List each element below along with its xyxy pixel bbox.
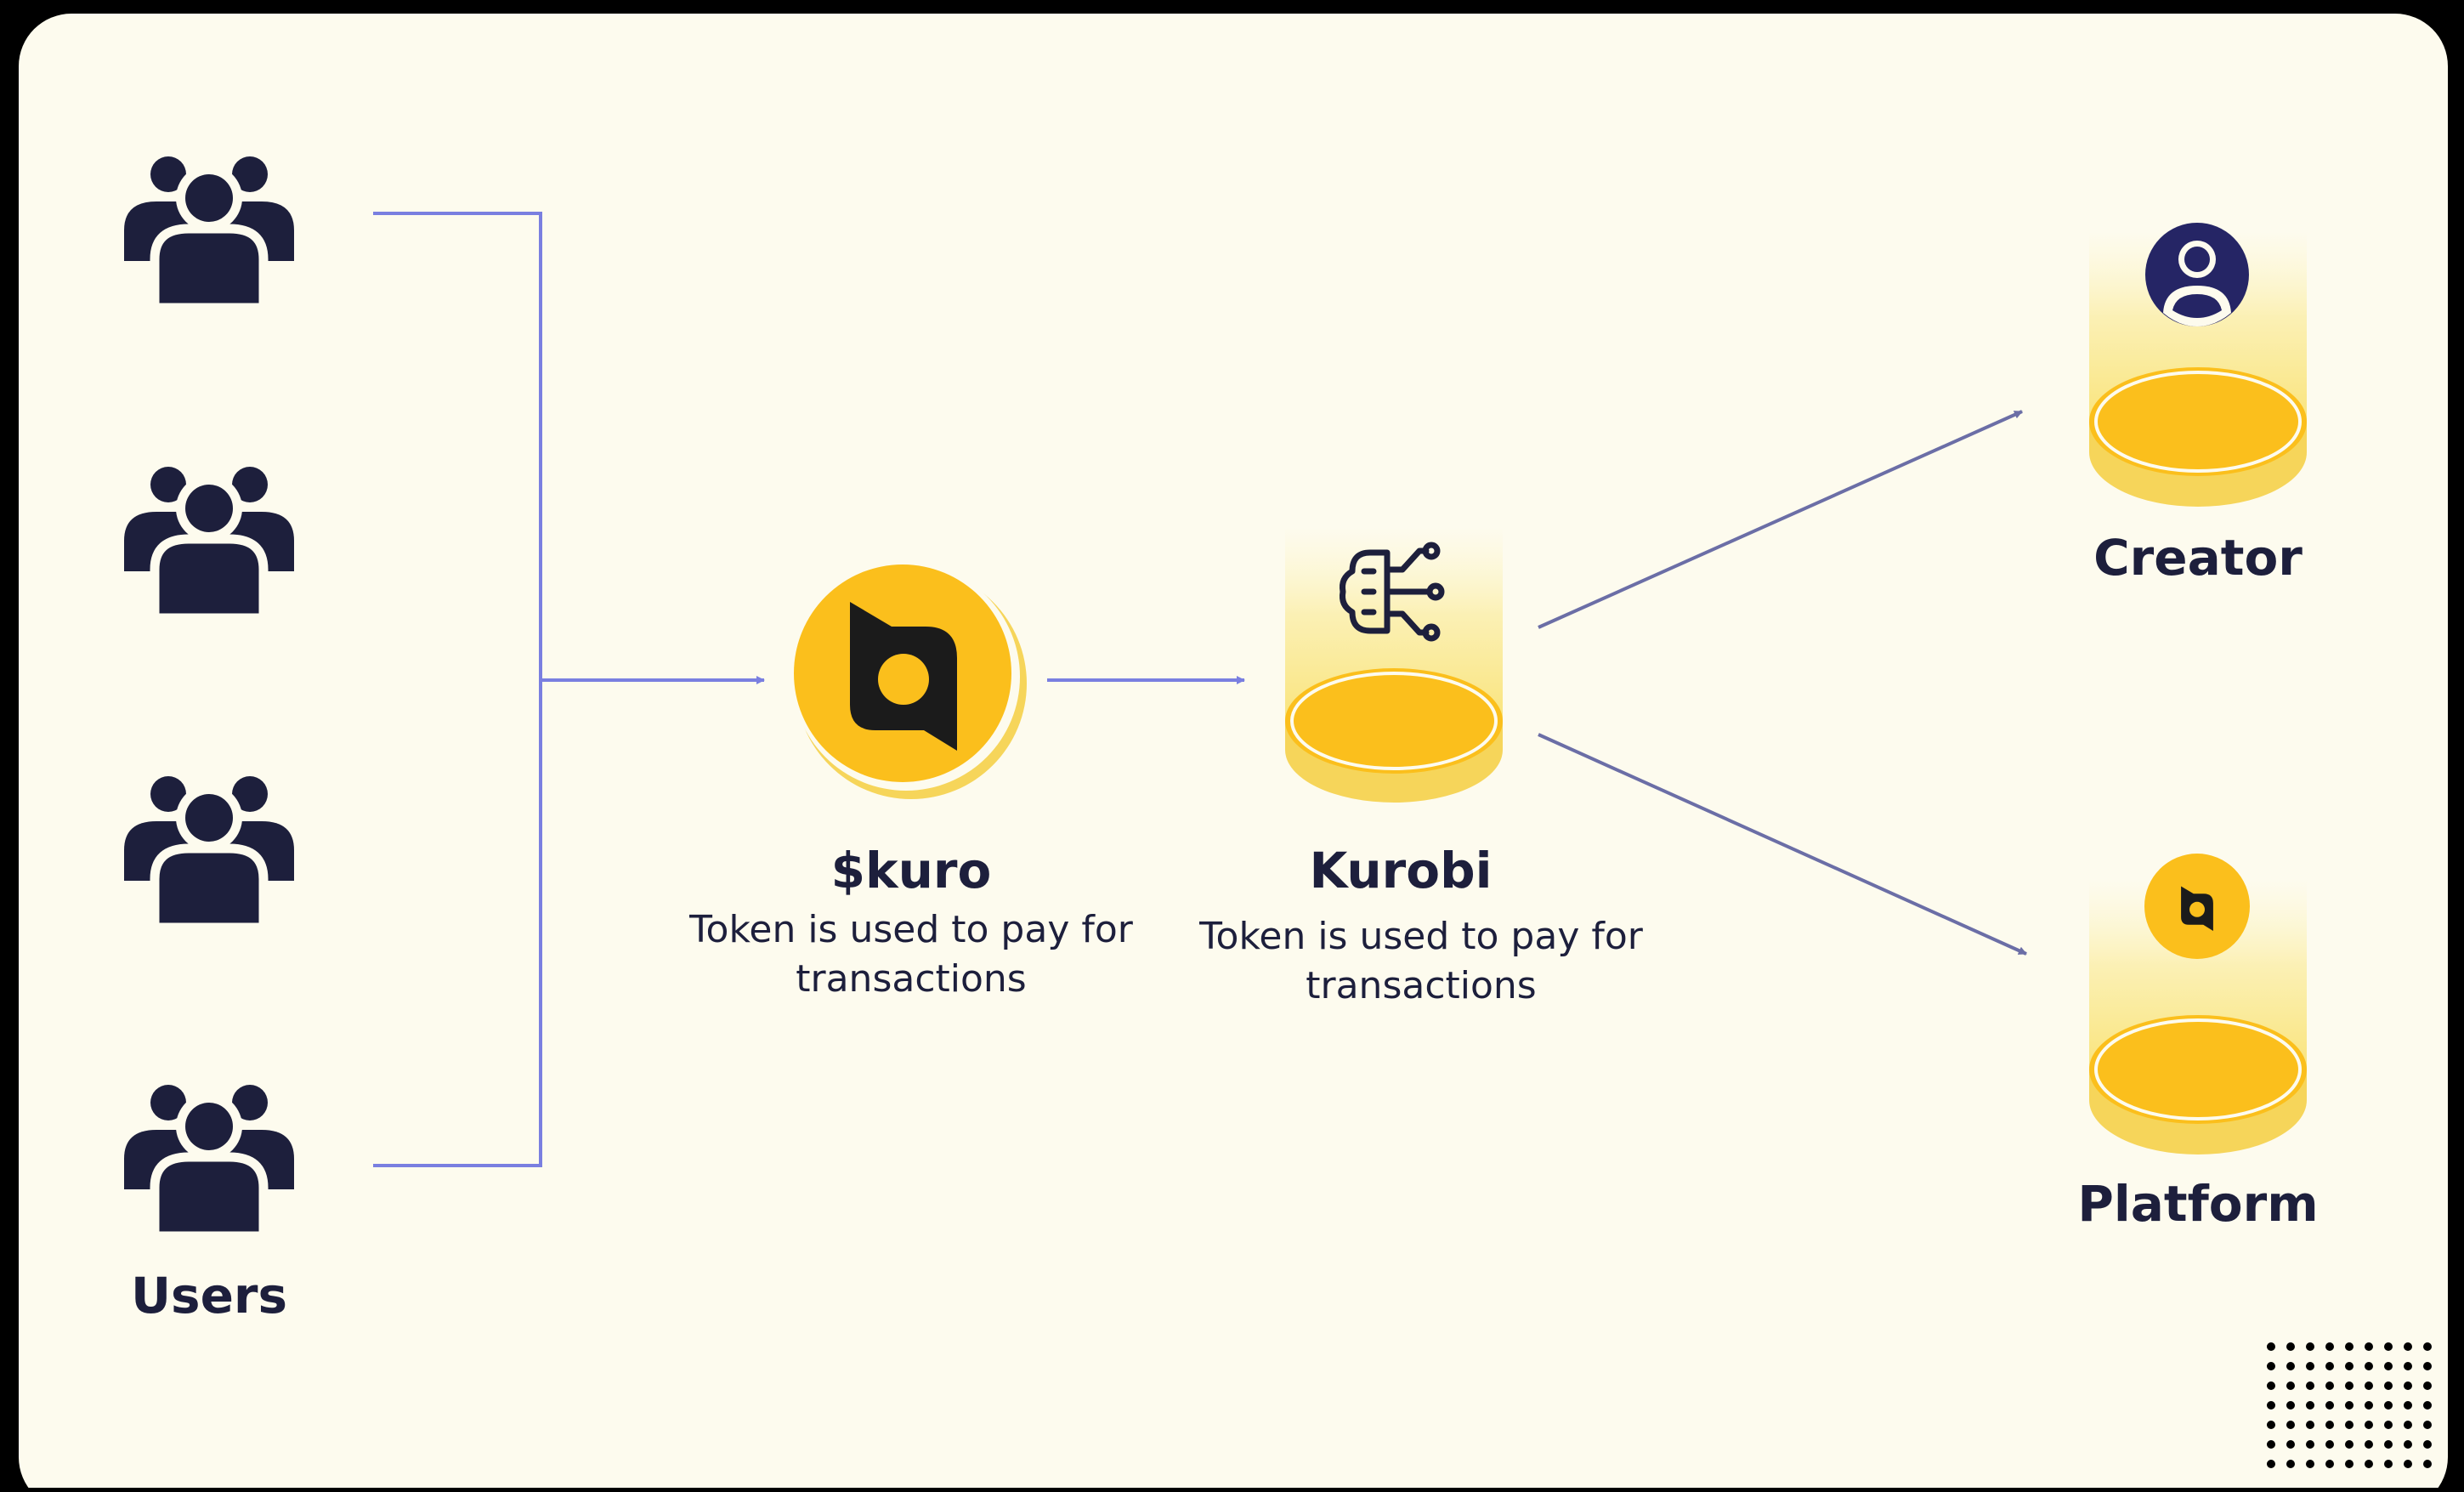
- decorative-dot: [2365, 1362, 2373, 1370]
- decorative-dot: [2306, 1421, 2314, 1429]
- decorative-dot: [2306, 1362, 2314, 1370]
- decorative-dot: [2286, 1440, 2295, 1449]
- decorative-dot: [2286, 1460, 2295, 1468]
- token-description-line-1: Token is used to pay for: [689, 908, 1133, 951]
- decorative-dot: [2306, 1460, 2314, 1468]
- decorative-dot: [2384, 1421, 2393, 1429]
- decorative-dot: [2286, 1342, 2295, 1351]
- token-description-line-2: transactions: [796, 957, 1027, 1001]
- diagram-card: [19, 14, 2448, 1492]
- decorative-dot: [2384, 1381, 2393, 1390]
- decorative-dot: [2325, 1362, 2334, 1370]
- decorative-dot: [2404, 1381, 2412, 1390]
- decorative-dot: [2306, 1381, 2314, 1390]
- decorative-dot: [2384, 1440, 2393, 1449]
- decorative-dot: [2306, 1401, 2314, 1410]
- decorative-dot: [2345, 1421, 2354, 1429]
- decorative-dot: [2365, 1401, 2373, 1410]
- platform-label: Platform: [2077, 1175, 2319, 1233]
- decorative-dot: [2345, 1362, 2354, 1370]
- platform-logo-icon: [2144, 854, 2250, 959]
- decorative-dot: [2404, 1401, 2412, 1410]
- decorative-dot: [2345, 1381, 2354, 1390]
- decorative-dot: [2365, 1342, 2373, 1351]
- decorative-dot: [2384, 1342, 2393, 1351]
- decorative-dot: [2286, 1381, 2295, 1390]
- decorative-dot: [2384, 1362, 2393, 1370]
- decorative-dot: [2423, 1362, 2432, 1370]
- decorative-dot: [2267, 1401, 2275, 1410]
- decorative-dot: [2267, 1342, 2275, 1351]
- decorative-dot: [2365, 1460, 2373, 1468]
- decorative-dot: [2286, 1362, 2295, 1370]
- decorative-dot: [2365, 1440, 2373, 1449]
- decorative-dot: [2325, 1421, 2334, 1429]
- decorative-dot: [2306, 1440, 2314, 1449]
- users-label: Users: [130, 1267, 288, 1325]
- decorative-dot: [2286, 1401, 2295, 1410]
- kurobi-description-line-2: transactions: [1306, 964, 1537, 1007]
- decorative-dot: [2423, 1401, 2432, 1410]
- decorative-dot: [2325, 1381, 2334, 1390]
- decorative-dot: [2325, 1440, 2334, 1449]
- decorative-dot: [2384, 1401, 2393, 1410]
- decorative-dot: [2267, 1460, 2275, 1468]
- decorative-dot: [2404, 1440, 2412, 1449]
- decorative-dot: [2345, 1342, 2354, 1351]
- token-title: $kuro: [830, 842, 992, 899]
- decorative-dot: [2325, 1342, 2334, 1351]
- kurobi-title: Kurobi: [1309, 842, 1493, 899]
- decorative-dot: [2404, 1362, 2412, 1370]
- decorative-dot: [2267, 1421, 2275, 1429]
- decorative-dot: [2384, 1460, 2393, 1468]
- kurobi-description-line-1: Token is used to pay for: [1199, 915, 1643, 958]
- decorative-dot: [2365, 1421, 2373, 1429]
- decorative-dot: [2365, 1381, 2373, 1390]
- decorative-dot: [2267, 1440, 2275, 1449]
- decorative-dot: [2423, 1460, 2432, 1468]
- decorative-dot: [2423, 1381, 2432, 1390]
- decorative-dot: [2325, 1401, 2334, 1410]
- creator-label: Creator: [2093, 529, 2303, 587]
- decorative-dot: [2325, 1460, 2334, 1468]
- decorative-dot: [2267, 1362, 2275, 1370]
- decorative-dot: [2404, 1460, 2412, 1468]
- decorative-dot: [2423, 1440, 2432, 1449]
- decorative-dot: [2404, 1342, 2412, 1351]
- decorative-dot: [2345, 1460, 2354, 1468]
- decorative-dot: [2423, 1421, 2432, 1429]
- diagram-svg: [19, 14, 2448, 1492]
- user-avatar-icon: [2145, 223, 2249, 326]
- decorative-dot: [2345, 1401, 2354, 1410]
- decorative-dot: [2267, 1381, 2275, 1390]
- decorative-dot: [2404, 1421, 2412, 1429]
- decorative-dot: [2345, 1440, 2354, 1449]
- decorative-dot: [2306, 1342, 2314, 1351]
- diagram-canvas: Users $kuro Token is used to pay for tra…: [0, 0, 2464, 1492]
- decorative-dot: [2286, 1421, 2295, 1429]
- decorative-dot: [2423, 1342, 2432, 1351]
